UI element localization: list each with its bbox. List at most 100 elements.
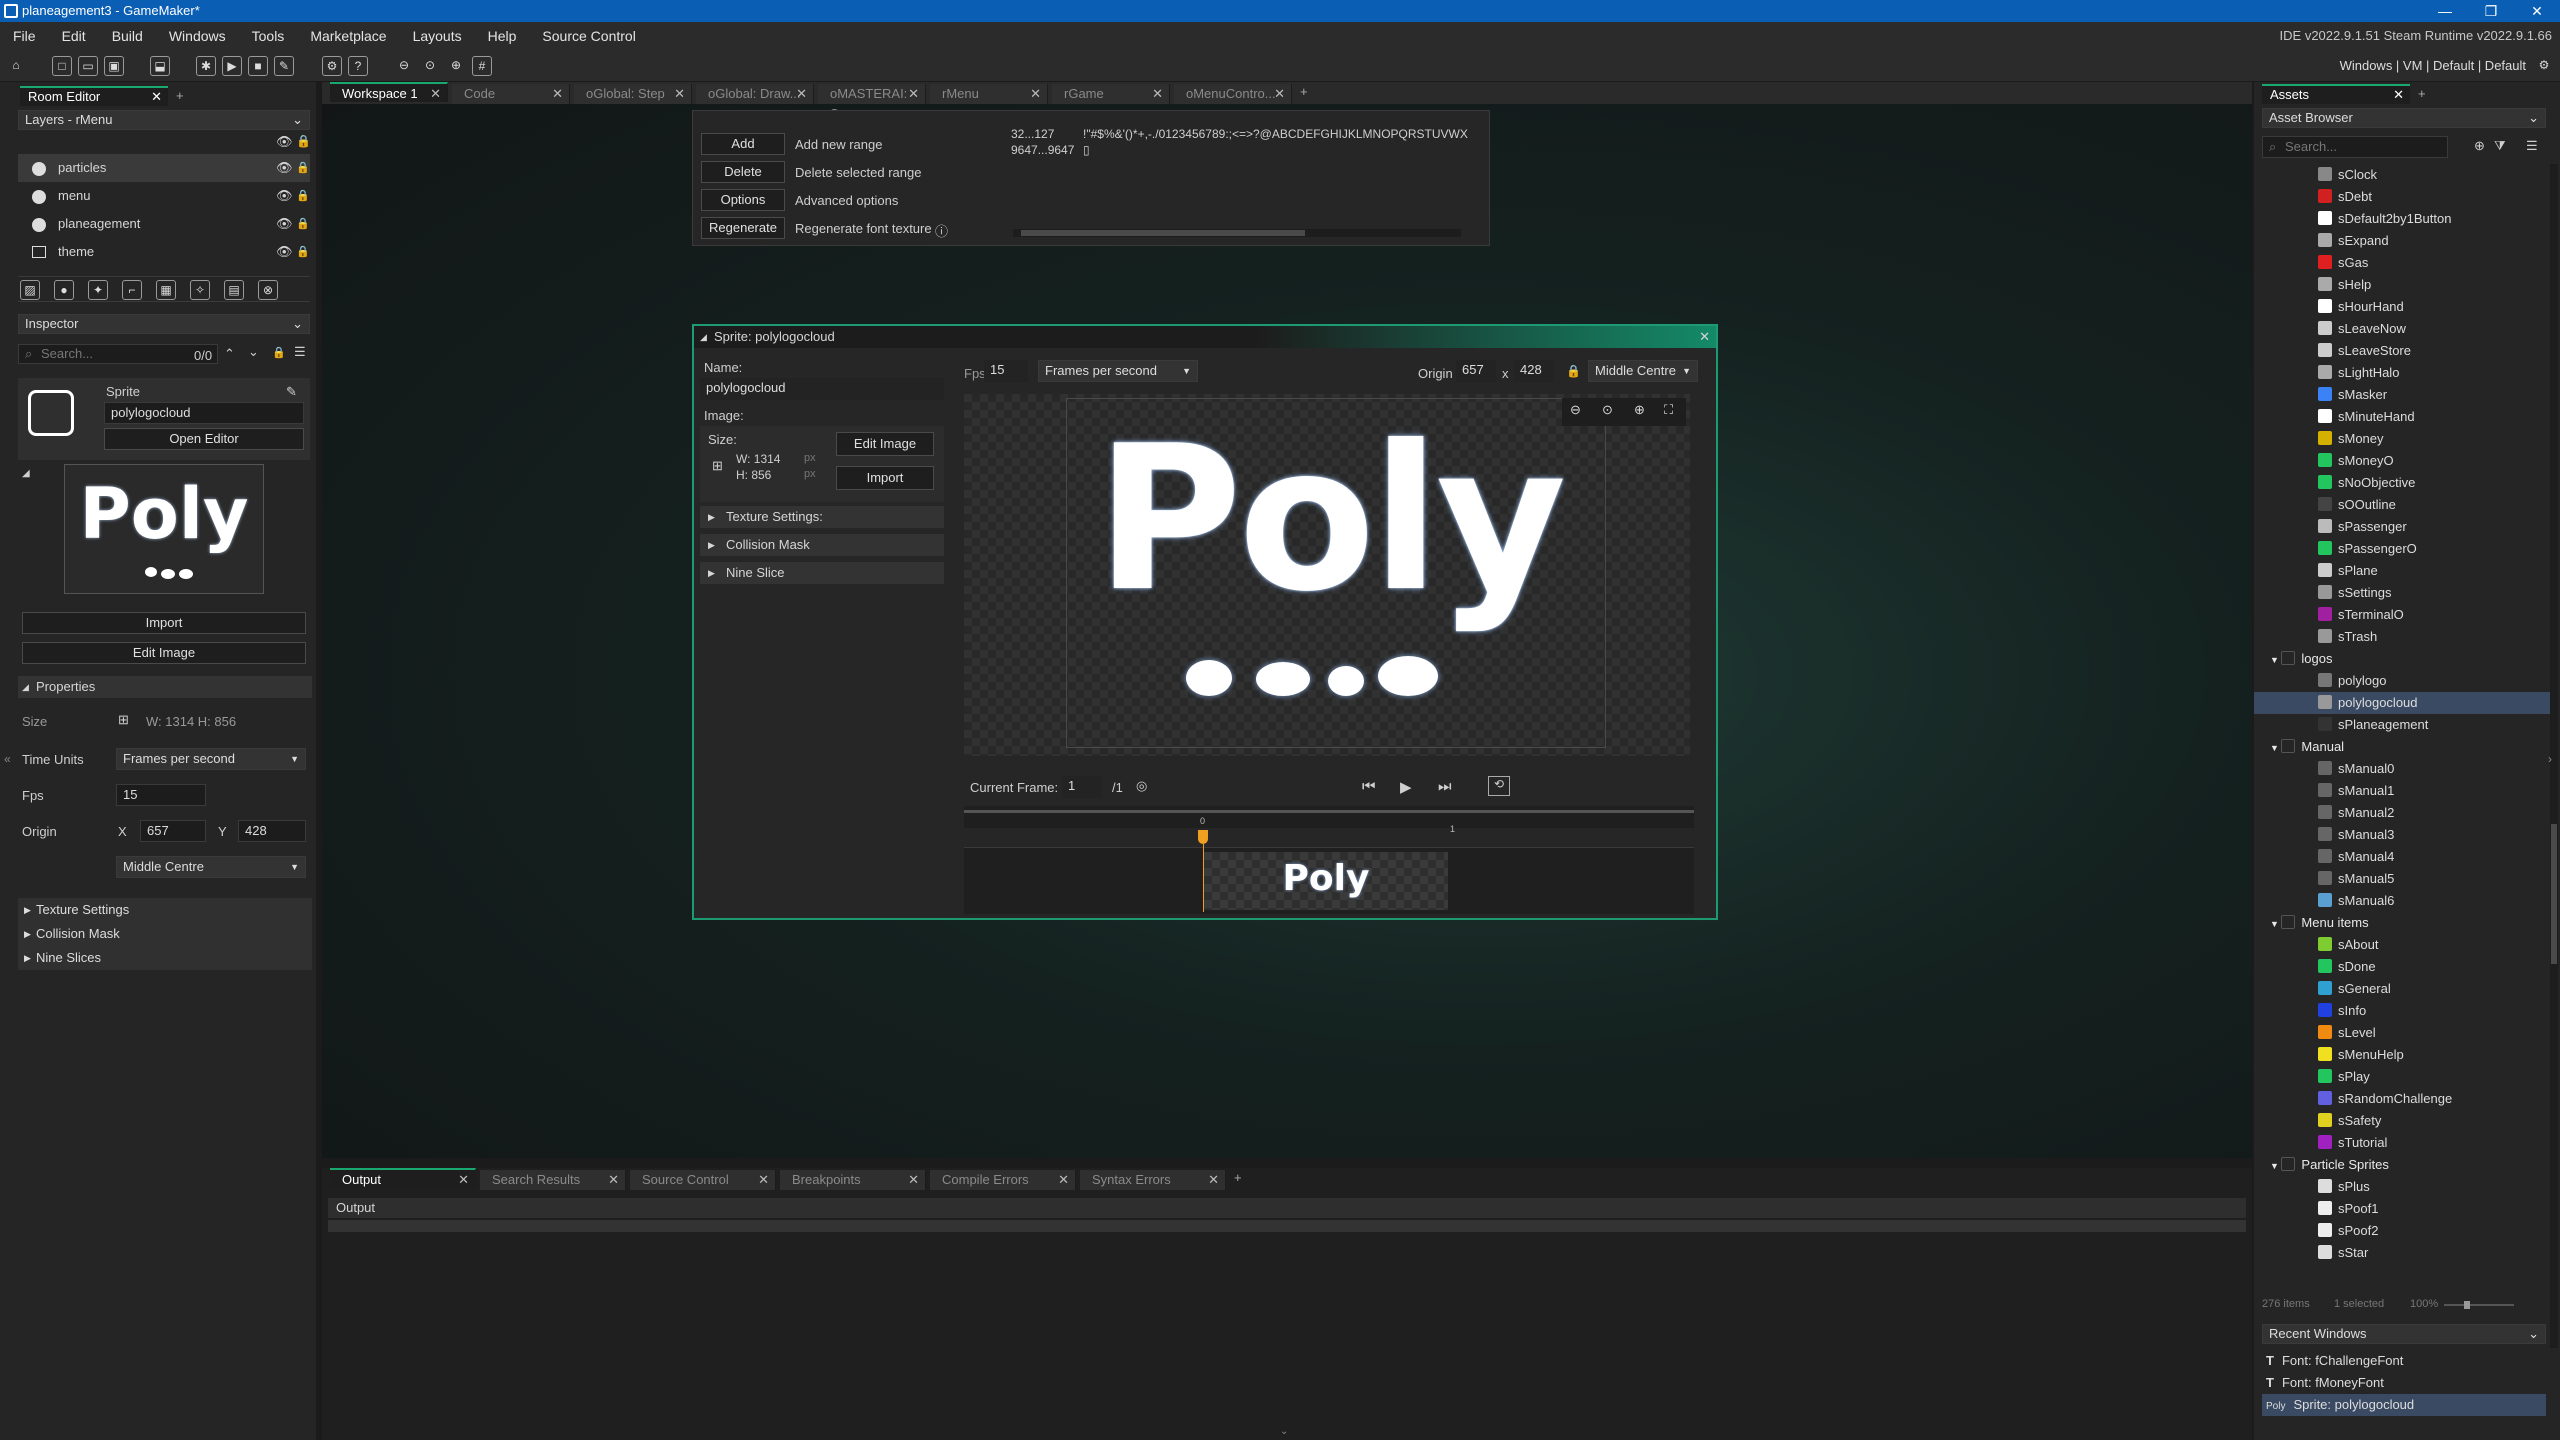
collapse-icon[interactable]: ◢ bbox=[22, 468, 30, 479]
origin-mode-select[interactable]: Middle Centre ▼ bbox=[116, 856, 306, 878]
tab-omasterai[interactable]: oMASTERAI: S...✕ bbox=[818, 84, 926, 121]
menu-marketplace[interactable]: Marketplace bbox=[297, 22, 399, 50]
tab-source-control[interactable]: Source Control ✕ bbox=[630, 1170, 776, 1190]
asset-item[interactable]: sHelp bbox=[2254, 274, 2550, 296]
delete-range-button[interactable]: Delete bbox=[701, 161, 785, 183]
collision-mask-section[interactable]: Collision Mask bbox=[18, 922, 312, 946]
layer-row[interactable]: particles 👁 🔒 bbox=[18, 154, 310, 182]
origin-x-input[interactable]: 657 bbox=[1456, 360, 1496, 382]
asset-item[interactable]: polylogo bbox=[2254, 670, 2550, 692]
add-tab-icon[interactable]: + bbox=[1300, 84, 1308, 99]
layers-dropdown[interactable]: Layers - rMenu ⌄ bbox=[18, 110, 310, 130]
asset-item[interactable]: sTrash bbox=[2254, 626, 2550, 648]
asset-item[interactable]: sTutorial bbox=[2254, 1132, 2550, 1154]
asset-item[interactable]: sMoney bbox=[2254, 428, 2550, 450]
asset-item[interactable]: sGeneral bbox=[2254, 978, 2550, 1000]
asset-group[interactable]: ▼ Menu items bbox=[2254, 912, 2550, 934]
texture-settings-section[interactable]: Texture Settings bbox=[18, 898, 312, 922]
play-icon[interactable]: ▶ bbox=[1400, 778, 1412, 796]
close-icon[interactable]: ✕ bbox=[1208, 1170, 1219, 1190]
lock-icon[interactable]: 🔒 bbox=[272, 346, 286, 359]
fps-input[interactable]: 15 bbox=[116, 784, 206, 806]
asset-item[interactable]: sLightHalo bbox=[2254, 362, 2550, 384]
resize-icon[interactable]: ⊞ bbox=[118, 712, 129, 728]
asset-item[interactable]: sExpand bbox=[2254, 230, 2550, 252]
asset-item[interactable]: sManual5 bbox=[2254, 868, 2550, 890]
close-window-button[interactable]: ✕ bbox=[2514, 0, 2560, 22]
menu-icon[interactable]: ☰ bbox=[294, 344, 306, 360]
asset-item[interactable]: sPlus bbox=[2254, 1176, 2550, 1198]
tab-rgame[interactable]: rGame ✕ bbox=[1052, 84, 1170, 104]
last-frame-icon[interactable]: ⏭ bbox=[1438, 778, 1452, 795]
inspector-dropdown[interactable]: Inspector ⌄ bbox=[18, 314, 310, 334]
close-icon[interactable]: ✕ bbox=[674, 84, 685, 104]
room-editor-tab[interactable]: Room Editor ✕ bbox=[20, 86, 168, 106]
lock-icon[interactable]: 🔒 bbox=[296, 238, 310, 266]
asset-item[interactable]: sTerminalO bbox=[2254, 604, 2550, 626]
close-icon[interactable]: ✕ bbox=[1699, 326, 1710, 348]
asset-search-input[interactable]: ⌕ Search... bbox=[2262, 136, 2448, 158]
expand-icon[interactable]: ▼ bbox=[2270, 743, 2281, 753]
assets-tab[interactable]: Assets ✕ bbox=[2262, 84, 2410, 104]
close-icon[interactable]: ✕ bbox=[608, 1170, 619, 1190]
eye-icon[interactable]: 👁 bbox=[276, 134, 293, 150]
close-icon[interactable]: ✕ bbox=[1058, 1170, 1069, 1190]
asset-group[interactable]: ▼ Particle Sprites bbox=[2254, 1154, 2550, 1176]
loop-icon[interactable]: ⟲ bbox=[1488, 776, 1510, 796]
close-icon[interactable]: ✕ bbox=[1274, 84, 1285, 104]
options-button[interactable]: Options bbox=[701, 189, 785, 211]
import-button[interactable]: Import bbox=[836, 466, 934, 490]
add-filter-layer-icon[interactable]: ▤ bbox=[224, 280, 244, 300]
asset-group[interactable]: ▼ logos bbox=[2254, 648, 2550, 670]
nine-slices-section[interactable]: Nine Slices bbox=[18, 946, 312, 970]
tab-output[interactable]: Output ✕ bbox=[330, 1168, 476, 1188]
asset-item[interactable]: sPlane bbox=[2254, 560, 2550, 582]
asset-item[interactable]: sManual0 bbox=[2254, 758, 2550, 780]
asset-item[interactable]: sLeaveStore bbox=[2254, 340, 2550, 362]
add-effect-layer-icon[interactable]: ✧ bbox=[190, 280, 210, 300]
help-icon[interactable]: ? bbox=[348, 56, 368, 76]
add-asset-layer-icon[interactable]: ✦ bbox=[88, 280, 108, 300]
open-project-icon[interactable]: ▭ bbox=[78, 56, 98, 76]
eye-icon[interactable]: 👁 bbox=[276, 238, 293, 266]
asset-item[interactable]: sStar bbox=[2254, 1242, 2550, 1264]
origin-mode-select[interactable]: Middle Centre ▼ bbox=[1588, 360, 1698, 382]
delete-layer-icon[interactable]: ⊗ bbox=[258, 280, 278, 300]
eye-icon[interactable]: 👁 bbox=[276, 154, 293, 182]
range-b[interactable]: 9647...9647 bbox=[1011, 143, 1074, 157]
recent-window-item[interactable]: T Font: fChallengeFont bbox=[2262, 1350, 2546, 1372]
sprite-name-input[interactable]: polylogocloud bbox=[700, 378, 944, 400]
asset-item[interactable]: sLeaveNow bbox=[2254, 318, 2550, 340]
tab-workspace-1[interactable]: Workspace 1 ✕ bbox=[330, 82, 448, 102]
target-settings-icon[interactable]: ⚙ bbox=[2534, 56, 2554, 76]
zoom-in-icon[interactable]: ⊕ bbox=[446, 56, 466, 76]
asset-item[interactable]: sGas bbox=[2254, 252, 2550, 274]
asset-item[interactable]: sMoneyO bbox=[2254, 450, 2550, 472]
close-icon[interactable]: ✕ bbox=[1152, 84, 1163, 104]
first-frame-icon[interactable]: ⏮ bbox=[1362, 778, 1376, 795]
stop-icon[interactable]: ■ bbox=[248, 56, 268, 76]
run-icon[interactable]: ▶ bbox=[222, 56, 242, 76]
sprite-editor-titlebar[interactable]: ◢ Sprite: polylogocloud ✕ bbox=[694, 326, 1716, 348]
playhead[interactable] bbox=[1198, 830, 1208, 844]
asset-item[interactable]: sManual2 bbox=[2254, 802, 2550, 824]
add-tab-icon[interactable]: + bbox=[176, 88, 184, 103]
asset-item[interactable]: sSafety bbox=[2254, 1110, 2550, 1132]
asset-item[interactable]: sClock bbox=[2254, 164, 2550, 186]
asset-item[interactable]: sManual3 bbox=[2254, 824, 2550, 846]
asset-item[interactable]: sDebt bbox=[2254, 186, 2550, 208]
asset-item[interactable]: sRandomChallenge bbox=[2254, 1088, 2550, 1110]
menu-source-control[interactable]: Source Control bbox=[529, 22, 648, 50]
asset-item[interactable]: sAbout bbox=[2254, 934, 2550, 956]
lock-icon[interactable]: 🔒 bbox=[1566, 364, 1581, 378]
tab-omenucontrol[interactable]: oMenuContro... ✕ bbox=[1174, 84, 1292, 104]
asset-item[interactable]: sPassengerO bbox=[2254, 538, 2550, 560]
asset-item[interactable]: sManual6 bbox=[2254, 890, 2550, 912]
asset-item[interactable]: sOOutline bbox=[2254, 494, 2550, 516]
menu-icon[interactable]: ☰ bbox=[2526, 138, 2538, 154]
asset-item[interactable]: sMinuteHand bbox=[2254, 406, 2550, 428]
add-range-button[interactable]: Add bbox=[701, 133, 785, 155]
add-asset-icon[interactable]: ⊕ bbox=[2474, 138, 2485, 154]
horizontal-scrollbar[interactable] bbox=[1013, 229, 1461, 237]
eye-icon[interactable]: 👁 bbox=[276, 210, 293, 238]
